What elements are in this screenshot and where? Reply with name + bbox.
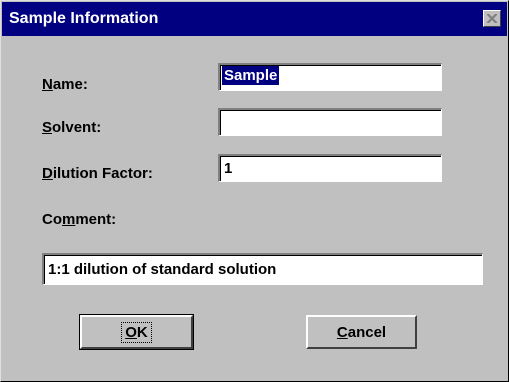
comment-field[interactable] (42, 253, 483, 285)
title-bar[interactable]: Sample Information (2, 2, 507, 36)
ok-button[interactable]: OK (79, 314, 194, 350)
comment-label: Comment: (42, 211, 117, 228)
ok-button-label: OK (121, 321, 152, 343)
close-icon (487, 14, 497, 23)
name-label: Name: (42, 76, 88, 93)
cancel-button[interactable]: Cancel (306, 315, 417, 349)
sample-information-dialog: Sample Information Name: Sample Solvent:… (0, 0, 509, 382)
solvent-field[interactable] (218, 108, 442, 136)
dilution-factor-field[interactable] (218, 154, 442, 182)
dilution-factor-label: Dilution Factor: (42, 165, 153, 182)
solvent-label: Solvent: (42, 119, 102, 136)
cancel-button-label: Cancel (336, 323, 387, 341)
dialog-title: Sample Information (9, 10, 159, 27)
name-field[interactable] (218, 63, 442, 91)
close-button[interactable] (483, 10, 501, 27)
